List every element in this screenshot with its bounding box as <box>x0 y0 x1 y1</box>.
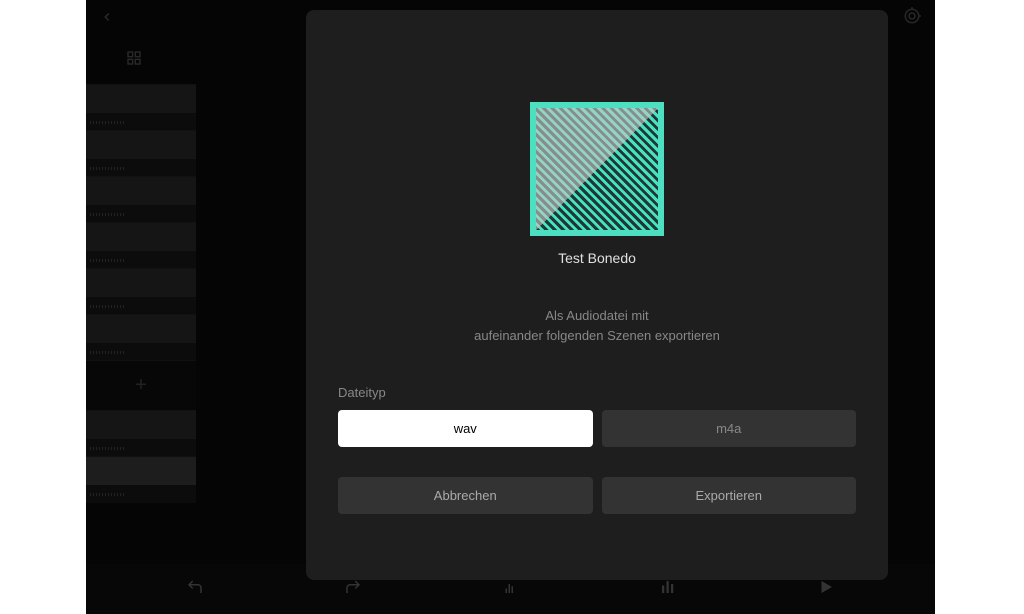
action-buttons: Abbrechen Exportieren <box>338 477 856 514</box>
filetype-label: Dateityp <box>338 385 856 400</box>
export-dialog: Test Bonedo Als Audiodatei mit aufeinand… <box>306 10 888 580</box>
description-line2: aufeinander folgenden Szenen exportieren <box>474 328 720 343</box>
filetype-section: Dateityp wav m4a <box>338 385 856 447</box>
description-line1: Als Audiodatei mit <box>545 308 648 323</box>
app-window: + + <box>86 0 935 614</box>
export-description: Als Audiodatei mit aufeinander folgenden… <box>474 306 720 345</box>
cancel-button[interactable]: Abbrechen <box>338 477 593 514</box>
project-artwork <box>530 102 664 236</box>
filetype-m4a-button[interactable]: m4a <box>602 410 857 447</box>
export-button[interactable]: Exportieren <box>602 477 857 514</box>
filetype-options: wav m4a <box>338 410 856 447</box>
filetype-wav-button[interactable]: wav <box>338 410 593 447</box>
project-name: Test Bonedo <box>558 250 636 266</box>
